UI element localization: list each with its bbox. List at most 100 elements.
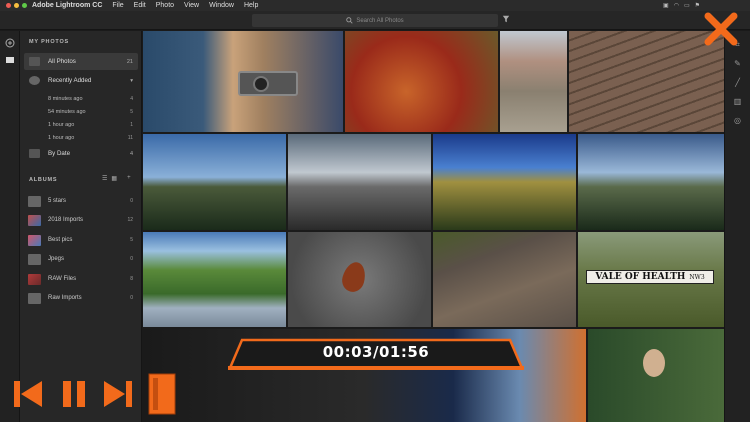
album-thumbnail <box>28 292 41 304</box>
sign-text: VALE OF HEALTH <box>595 272 686 282</box>
photo-thumbnail[interactable] <box>433 232 576 327</box>
search-input[interactable]: Search All Photos <box>252 14 498 27</box>
recent-item[interactable]: 1 hour ago 11 <box>48 132 138 144</box>
album-thumbnail <box>28 273 41 285</box>
recent-item-count: 11 <box>127 135 133 141</box>
menu-help[interactable]: Help <box>244 2 258 9</box>
photo-thumbnail[interactable] <box>345 31 498 132</box>
album-item[interactable]: Raw Imports 0 <box>24 290 138 306</box>
recent-item[interactable]: 54 minutes ago 5 <box>48 106 138 118</box>
close-icon[interactable] <box>700 8 742 50</box>
all-photos-count: 21 <box>126 58 133 65</box>
photo-thumbnail[interactable]: VALE OF HEALTH NW3 <box>578 232 724 327</box>
right-rail: ⌗ ✎ ╱ ▥ ◎ <box>724 31 750 422</box>
album-count: 12 <box>127 217 133 223</box>
album-item[interactable]: RAW Files 8 <box>24 271 138 287</box>
skip-forward-icon[interactable] <box>102 378 134 410</box>
album-count: 8 <box>130 276 133 282</box>
sidebar-item-all-photos[interactable]: All Photos 21 <box>24 53 138 70</box>
album-thumbnail <box>28 253 41 265</box>
album-item[interactable]: 2018 Imports 12 <box>24 212 138 228</box>
photos-icon <box>29 57 40 66</box>
album-label: Raw Imports <box>48 295 82 301</box>
photo-thumbnail[interactable] <box>143 232 286 327</box>
list-view-icon[interactable]: ☰ <box>102 175 107 182</box>
sidebar-item-recently-added[interactable]: Recently Added ▾ <box>24 72 138 89</box>
sidebar-item-by-date[interactable]: By Date 4 <box>24 145 138 162</box>
albums-tools: ☰ ▦ + <box>102 175 131 182</box>
recent-item-label: 1 hour ago <box>48 135 75 141</box>
gradient-icon[interactable]: ▥ <box>733 97 743 107</box>
album-label: RAW Files <box>48 276 77 282</box>
menu-window[interactable]: Window <box>209 2 234 9</box>
my-photos-title: MY PHOTOS <box>29 39 70 45</box>
photo-thumbnail[interactable] <box>288 232 431 327</box>
recent-item-label: 54 minutes ago <box>48 109 86 115</box>
heal-icon[interactable]: ✎ <box>733 59 743 69</box>
library-icon[interactable] <box>5 55 15 65</box>
app-name[interactable]: Adobe Lightroom CC <box>32 2 102 9</box>
album-thumbnail <box>28 195 41 207</box>
pause-icon[interactable] <box>58 378 90 410</box>
photo-thumbnail[interactable] <box>288 134 431 230</box>
recent-item-count: 5 <box>130 109 133 115</box>
radial-icon[interactable]: ◎ <box>733 116 743 126</box>
album-thumbnail <box>28 234 41 246</box>
album-count: 5 <box>130 237 133 243</box>
recent-item[interactable]: 1 hour ago 1 <box>48 119 138 131</box>
recently-added-label: Recently Added <box>48 77 92 84</box>
album-label: 2018 Imports <box>48 217 84 223</box>
albums-title: ALBUMS <box>29 177 58 183</box>
battery-icon[interactable]: ▭ <box>684 2 690 9</box>
clock-icon <box>29 76 40 85</box>
filter-icon[interactable] <box>502 15 512 25</box>
recent-item[interactable]: 8 minutes ago 4 <box>48 93 138 105</box>
recent-item-label: 8 minutes ago <box>48 96 83 102</box>
grid-view-icon[interactable]: ▦ <box>111 175 117 182</box>
calendar-icon <box>29 149 40 158</box>
timecode: 00:03/01:56 <box>322 343 430 361</box>
recent-item-label: 1 hour ago <box>48 122 75 128</box>
recent-item-count: 1 <box>130 122 133 128</box>
screen-icon[interactable]: ▣ <box>663 2 669 9</box>
photo-thumbnail[interactable] <box>578 134 724 230</box>
sign-subtext: NW3 <box>689 273 705 281</box>
sign-plate: VALE OF HEALTH NW3 <box>586 270 714 284</box>
menu-file[interactable]: File <box>112 2 123 9</box>
add-album-icon[interactable]: + <box>127 175 131 182</box>
menu-view[interactable]: View <box>184 2 199 9</box>
by-date-label: By Date <box>48 150 71 157</box>
top-toolbar: Search All Photos <box>0 11 750 30</box>
album-label: Jpegs <box>48 256 65 262</box>
recent-item-count: 4 <box>130 96 133 102</box>
chevron-down-icon[interactable]: ▾ <box>130 78 133 84</box>
album-thumbnail <box>28 214 41 226</box>
menu-photo[interactable]: Photo <box>156 2 174 9</box>
album-item[interactable]: Jpegs 0 <box>24 251 138 267</box>
add-photos-icon[interactable] <box>5 38 15 48</box>
album-count: 0 <box>130 295 133 301</box>
scrubber-handle[interactable] <box>147 372 179 416</box>
album-label: 5 stars <box>48 198 67 204</box>
wifi-icon[interactable]: ◠ <box>674 2 679 9</box>
all-photos-label: All Photos <box>48 58 76 65</box>
photo-thumbnail[interactable] <box>143 134 286 230</box>
close-window-icon[interactable] <box>6 3 11 8</box>
sidebar: MY PHOTOS All Photos 21 Recently Added ▾… <box>20 31 142 422</box>
skip-back-icon[interactable] <box>12 378 44 410</box>
album-count: 0 <box>130 198 133 204</box>
album-label: Best pics <box>48 237 73 243</box>
menu-edit[interactable]: Edit <box>134 2 146 9</box>
brush-icon[interactable]: ╱ <box>733 78 743 88</box>
minimize-window-icon[interactable] <box>14 3 19 8</box>
zoom-window-icon[interactable] <box>22 3 27 8</box>
window-controls <box>0 3 32 8</box>
photo-thumbnail[interactable] <box>500 31 567 132</box>
search-placeholder: Search All Photos <box>356 17 404 24</box>
album-item[interactable]: 5 stars 0 <box>24 193 138 209</box>
playback-controls <box>0 370 750 422</box>
by-date-count: 4 <box>129 150 133 157</box>
photo-thumbnail[interactable] <box>143 31 343 132</box>
album-item[interactable]: Best pics 5 <box>24 232 138 248</box>
photo-thumbnail[interactable] <box>433 134 576 230</box>
